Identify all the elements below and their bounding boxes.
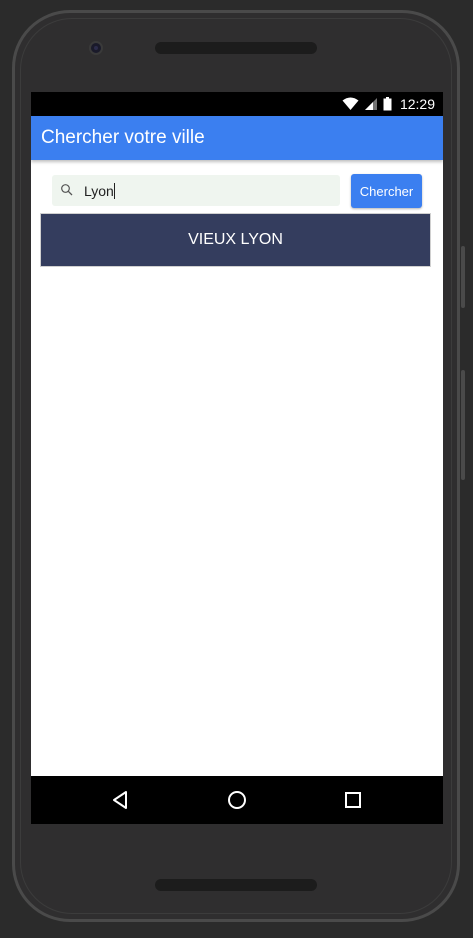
home-icon[interactable] [225, 788, 249, 812]
text-caret [113, 183, 115, 199]
search-input[interactable]: Lyon [84, 183, 115, 199]
volume-button [461, 246, 465, 308]
back-icon[interactable] [109, 788, 133, 812]
search-icon [61, 184, 73, 196]
search-field[interactable]: Lyon [52, 175, 340, 206]
recents-icon[interactable] [341, 788, 365, 812]
phone-screen: 12:29 Chercher votre ville Lyon Chercher… [31, 92, 443, 824]
search-input-value: Lyon [84, 183, 114, 199]
navigation-bar [31, 776, 443, 824]
signal-icon [364, 98, 377, 110]
app-title: Chercher votre ville [41, 127, 205, 148]
status-icons: 12:29 [342, 92, 435, 116]
result-item[interactable]: VIEUX LYON [40, 213, 431, 267]
bottom-speaker [155, 879, 317, 891]
front-camera [89, 41, 103, 55]
status-time: 12:29 [399, 96, 435, 112]
power-button [461, 370, 465, 480]
app-bar: Chercher votre ville [31, 116, 443, 160]
battery-icon [383, 97, 392, 111]
result-label: VIEUX LYON [188, 231, 283, 248]
search-button[interactable]: Chercher [351, 174, 422, 208]
wifi-icon [342, 97, 359, 110]
earpiece-speaker [155, 42, 317, 54]
status-bar: 12:29 [31, 92, 443, 116]
